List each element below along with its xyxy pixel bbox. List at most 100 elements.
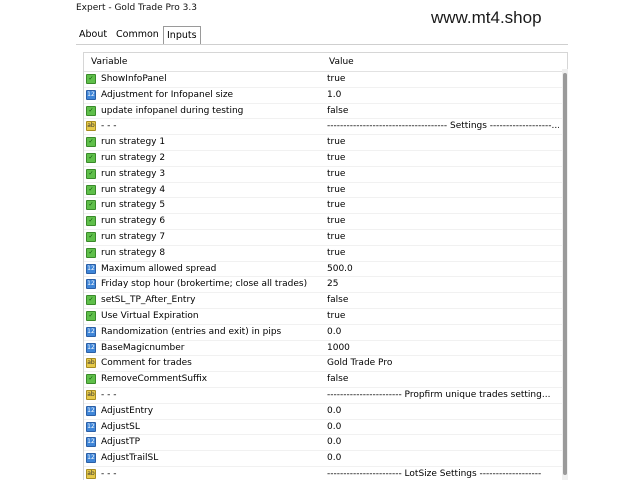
- variable-name: - - -: [101, 468, 117, 479]
- variable-value[interactable]: 0.0: [327, 422, 559, 432]
- tab-common[interactable]: Common: [113, 26, 162, 44]
- tab-divider: [76, 44, 568, 45]
- variable-value[interactable]: false: [327, 374, 559, 384]
- table-row[interactable]: 12 AdjustEntry 0.0: [84, 404, 564, 420]
- variable-value[interactable]: 0.0: [327, 406, 559, 416]
- variable-name: ShowInfoPanel: [101, 74, 167, 84]
- number-type-icon: 12: [86, 263, 96, 274]
- number-type-icon: 12: [86, 453, 96, 464]
- variable-name: Randomization (entries and exit) in pips: [101, 326, 282, 337]
- variable-value[interactable]: ----------------------- LotSize Settings…: [327, 469, 559, 479]
- bool-type-icon: ✓: [86, 168, 96, 179]
- number-type-icon: 12: [86, 421, 96, 432]
- bool-type-icon: ✓: [86, 310, 96, 321]
- table-row[interactable]: ✓ run strategy 2 true: [84, 151, 564, 167]
- variable-value[interactable]: ----------------------- Propfirm unique …: [327, 390, 559, 400]
- bool-type-icon: ✓: [86, 374, 96, 385]
- variable-value[interactable]: false: [327, 295, 559, 305]
- variable-name: update infopanel during testing: [101, 105, 244, 116]
- table-row[interactable]: 12 BaseMagicnumber 1000: [84, 341, 564, 357]
- table-row[interactable]: 12 Randomization (entries and exit) in pi…: [84, 325, 564, 341]
- table-row[interactable]: ✓ run strategy 1 true: [84, 135, 564, 151]
- tab-inputs[interactable]: Inputs: [163, 26, 201, 44]
- variable-value[interactable]: true: [327, 137, 559, 147]
- variable-value[interactable]: Gold Trade Pro: [327, 358, 559, 368]
- column-header-variable[interactable]: Variable: [91, 57, 127, 67]
- variable-value[interactable]: true: [327, 74, 559, 84]
- variable-name: run strategy 5: [101, 200, 166, 211]
- column-header-value[interactable]: Value: [329, 57, 354, 67]
- bool-type-icon: ✓: [86, 216, 96, 227]
- variable-name: run strategy 7: [101, 231, 166, 242]
- table-row[interactable]: ✓ update infopanel during testing false: [84, 104, 564, 120]
- table-row[interactable]: ab - - - ----------------------- LotSize S…: [84, 467, 564, 480]
- variable-name: - - -: [101, 121, 117, 132]
- table-row[interactable]: ✓ setSL_TP_After_Entry false: [84, 293, 564, 309]
- string-type-icon: ab: [86, 121, 96, 132]
- bool-type-icon: ✓: [86, 152, 96, 163]
- variable-name: Friday stop hour (brokertime; close all …: [101, 279, 308, 290]
- table-row[interactable]: ✓ RemoveCommentSuffix false: [84, 372, 564, 388]
- variable-value[interactable]: 0.0: [327, 327, 559, 337]
- variable-name: Comment for trades: [101, 358, 192, 369]
- watermark-text: www.mt4.shop: [431, 8, 542, 27]
- table-row[interactable]: ✓ Use Virtual Expiration true: [84, 309, 564, 325]
- variable-value[interactable]: 25: [327, 279, 559, 289]
- variable-name: setSL_TP_After_Entry: [101, 295, 196, 306]
- table-row[interactable]: ✓ run strategy 4 true: [84, 183, 564, 199]
- variable-value[interactable]: ------------------------------------- Se…: [327, 121, 559, 131]
- bool-type-icon: ✓: [86, 231, 96, 242]
- title-bar: Expert - Gold Trade Pro 3.3: [0, 0, 640, 22]
- table-row[interactable]: ab - - - ---------------------------------…: [84, 119, 564, 136]
- table-row[interactable]: ✓ run strategy 7 true: [84, 230, 564, 246]
- table-row[interactable]: ✓ run strategy 5 true: [84, 198, 564, 215]
- variable-value[interactable]: true: [327, 248, 559, 258]
- variable-value[interactable]: true: [327, 311, 559, 321]
- variable-name: Use Virtual Expiration: [101, 310, 199, 321]
- tab-about[interactable]: About: [76, 26, 110, 44]
- variable-value[interactable]: 500.0: [327, 264, 559, 274]
- variable-value[interactable]: true: [327, 216, 559, 226]
- variable-name: run strategy 8: [101, 247, 166, 258]
- variable-value[interactable]: 1000: [327, 343, 559, 353]
- window-title: Expert - Gold Trade Pro 3.3: [76, 3, 197, 13]
- variable-value[interactable]: 0.0: [327, 453, 559, 463]
- variable-name: run strategy 1: [101, 137, 166, 148]
- table-row[interactable]: 12 AdjustTrailSL 0.0: [84, 451, 564, 467]
- table-row[interactable]: 12 Friday stop hour (brokertime; close al…: [84, 277, 564, 294]
- table-row[interactable]: ✓ ShowInfoPanel true: [84, 72, 564, 88]
- number-type-icon: 12: [86, 326, 96, 337]
- variable-value[interactable]: 0.0: [327, 437, 559, 447]
- table-row[interactable]: 12 AdjustSL 0.0: [84, 420, 564, 436]
- number-type-icon: 12: [86, 279, 96, 290]
- table-row[interactable]: ab Comment for trades Gold Trade Pro: [84, 356, 564, 373]
- bool-type-icon: ✓: [86, 295, 96, 306]
- variable-value[interactable]: true: [327, 185, 559, 195]
- table-row[interactable]: ✓ run strategy 3 true: [84, 167, 564, 183]
- variable-value[interactable]: true: [327, 200, 559, 210]
- variable-name: run strategy 6: [101, 216, 166, 227]
- variable-name: BaseMagicnumber: [101, 342, 185, 353]
- number-type-icon: 12: [86, 437, 96, 448]
- number-type-icon: 12: [86, 89, 96, 100]
- variable-name: run strategy 2: [101, 152, 166, 163]
- bool-type-icon: ✓: [86, 105, 96, 116]
- vertical-scrollbar[interactable]: [562, 69, 568, 480]
- variable-name: run strategy 4: [101, 184, 166, 195]
- table-row[interactable]: ✓ run strategy 6 true: [84, 214, 564, 230]
- variable-value[interactable]: true: [327, 169, 559, 179]
- table-row[interactable]: 12 Adjustment for Infopanel size 1.0: [84, 88, 564, 104]
- variable-value[interactable]: true: [327, 153, 559, 163]
- table-row[interactable]: ab - - - ----------------------- Propfirm …: [84, 388, 564, 404]
- variable-value[interactable]: true: [327, 232, 559, 242]
- table-row[interactable]: 12 AdjustTP 0.0: [84, 435, 564, 452]
- string-type-icon: ab: [86, 468, 96, 479]
- table-row[interactable]: ✓ run strategy 8 true: [84, 246, 564, 262]
- variable-name: AdjustTrailSL: [101, 453, 159, 464]
- scrollbar-thumb[interactable]: [563, 73, 567, 475]
- variable-value[interactable]: false: [327, 106, 559, 116]
- bool-type-icon: ✓: [86, 74, 96, 84]
- grid-rows: ✓ ShowInfoPanel true 12 Adjustment for Infop…: [84, 72, 564, 480]
- table-row[interactable]: 12 Maximum allowed spread 500.0: [84, 262, 564, 278]
- variable-value[interactable]: 1.0: [327, 90, 559, 100]
